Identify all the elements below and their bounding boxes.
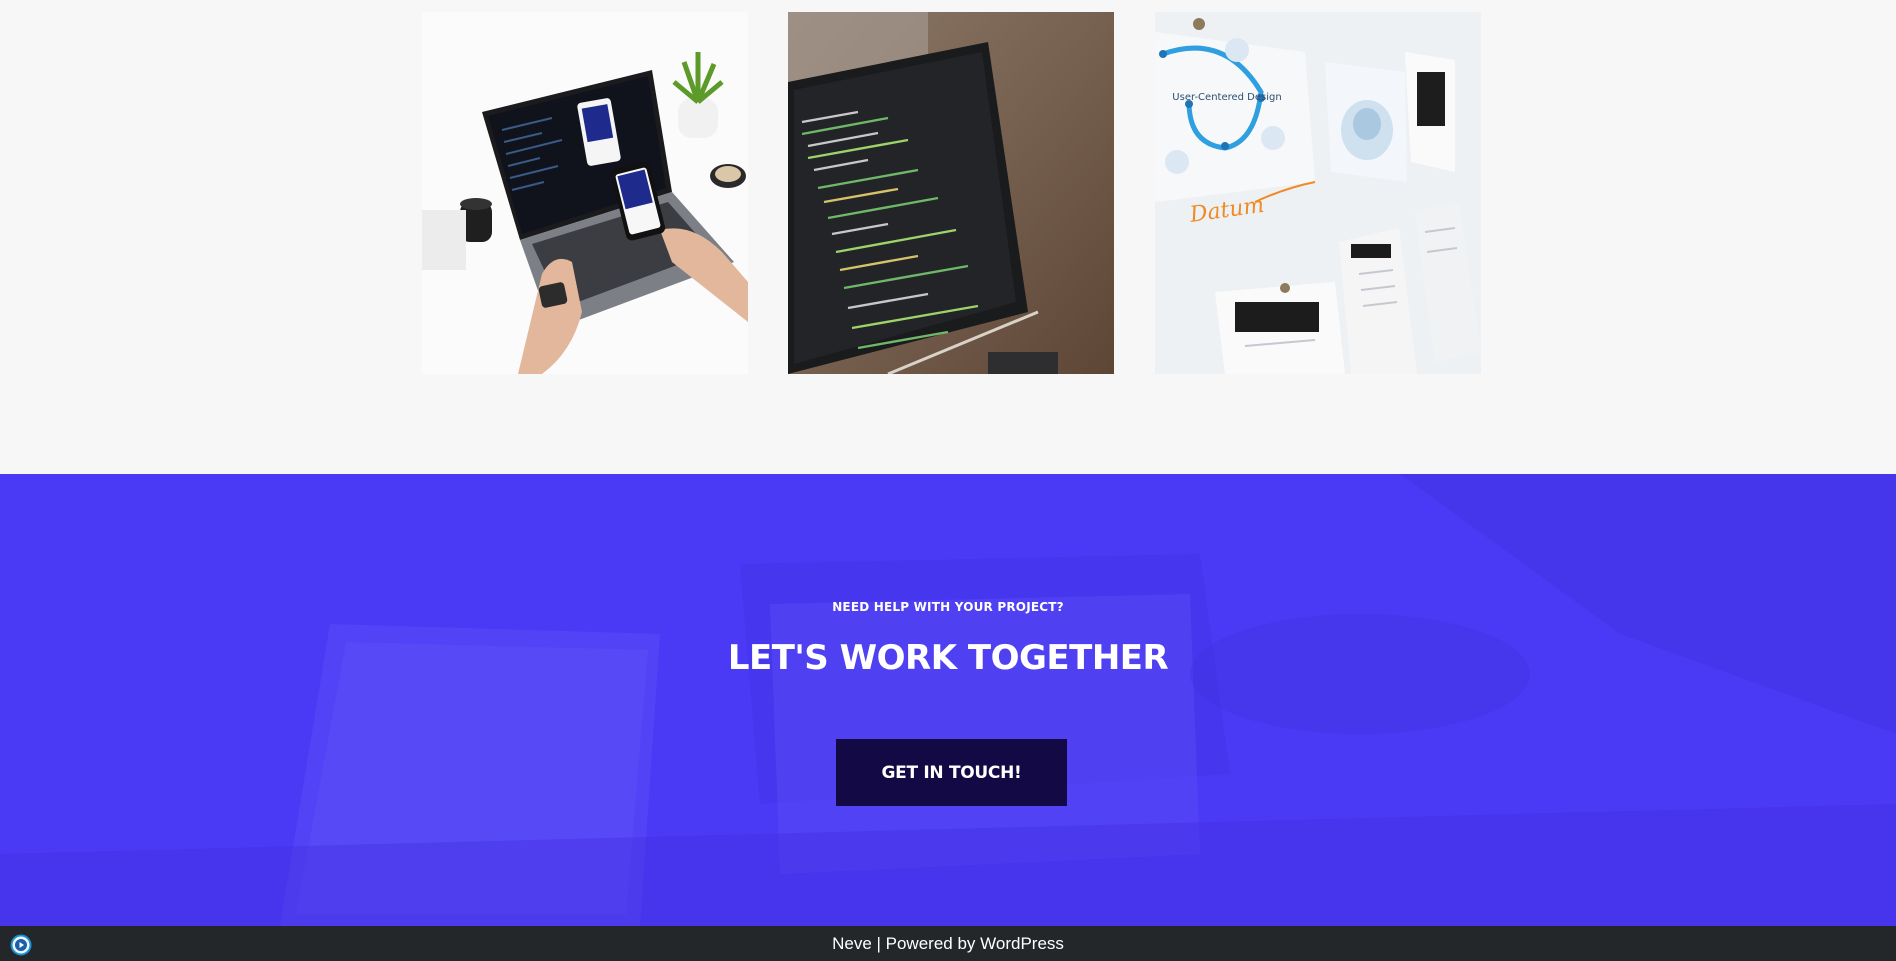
cta-headline: LET'S WORK TOGETHER xyxy=(727,638,1169,678)
laptop-phone-photo xyxy=(422,12,748,374)
gallery-item-ux-wall[interactable]: User-Centered Design Datum xyxy=(1155,12,1481,374)
code-laptop-photo xyxy=(788,12,1114,374)
ux-wall-photo: User-Centered Design Datum xyxy=(1155,12,1481,374)
cta-section: NEED HELP WITH YOUR PROJECT? LET'S WORK … xyxy=(0,474,1896,926)
site-footer: Neve | Powered by WordPress xyxy=(0,926,1896,961)
cta-content: NEED HELP WITH YOUR PROJECT? LET'S WORK … xyxy=(0,474,1896,926)
portfolio-gallery: User-Centered Design Datum xyxy=(0,0,1896,474)
footer-separator: | Powered by xyxy=(871,934,981,953)
footer-theme-link[interactable]: Neve xyxy=(832,934,872,953)
footer-platform-link[interactable]: WordPress xyxy=(980,934,1064,953)
diagram-label: User-Centered Design xyxy=(1172,92,1281,103)
gallery-item-code-laptop[interactable] xyxy=(788,12,1114,374)
footer-credits: Neve | Powered by WordPress xyxy=(0,926,1896,961)
gallery-item-laptop-phone[interactable] xyxy=(422,12,748,374)
get-in-touch-button[interactable]: GET IN TOUCH! xyxy=(836,739,1067,806)
cta-eyebrow: NEED HELP WITH YOUR PROJECT? xyxy=(832,600,1064,614)
